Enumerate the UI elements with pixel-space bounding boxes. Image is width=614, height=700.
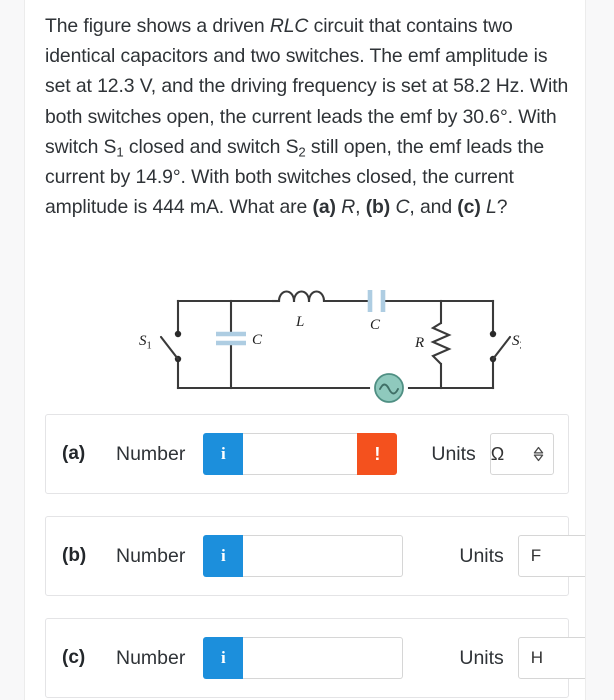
info-icon-button-b[interactable]: i — [203, 535, 244, 577]
left-gutter — [0, 0, 24, 700]
answer-part-label-a: (a) — [62, 443, 86, 464]
units-value-a: Ω — [490, 443, 505, 464]
number-label-b: Number — [116, 544, 186, 567]
units-select-b[interactable]: F — [517, 535, 585, 577]
answer-part-label-b: (b) — [62, 545, 87, 566]
right-gutter — [586, 0, 614, 700]
answer-input-c[interactable] — [243, 637, 404, 679]
units-value-b: F — [530, 546, 542, 565]
circuit-figure: S1 S2 C C L R — [121, 281, 521, 406]
warning-icon-button-a[interactable]: ! — [357, 433, 398, 475]
figure-label-s2: S2 — [512, 333, 521, 352]
figure-label-s1: S1 — [139, 333, 152, 352]
units-value-c: H — [530, 648, 544, 667]
answer-row-b: (b) Number i Units F — [45, 516, 585, 596]
number-label-a: Number — [116, 442, 186, 465]
info-icon-button-c[interactable]: i — [203, 637, 244, 679]
figure-label-r: R — [414, 335, 424, 351]
answer-input-b[interactable] — [243, 535, 404, 577]
units-select-c[interactable]: H — [517, 637, 585, 679]
problem-statement: The figure shows a driven RLC circuit th… — [45, 15, 569, 219]
answer-row-c: (c) Number i Units H — [45, 618, 585, 698]
units-label-b: Units — [459, 544, 504, 567]
number-label-c: Number — [116, 646, 186, 669]
answer-part-label-c: (c) — [62, 647, 86, 668]
info-icon-button-a[interactable]: i — [203, 433, 244, 475]
chevron-updown-icon — [533, 446, 544, 462]
answer-row-a: (a) Number i ! Units Ω — [45, 414, 569, 494]
units-select-a[interactable]: Ω — [489, 433, 554, 475]
units-label-a: Units — [431, 442, 476, 465]
number-input-group-c: i — [203, 637, 404, 679]
figure-label-l: L — [295, 314, 304, 330]
answer-input-a[interactable] — [243, 433, 358, 475]
number-input-group-a: i ! — [203, 433, 398, 475]
question-page: The figure shows a driven RLC circuit th… — [24, 0, 586, 700]
figure-label-c-left: C — [252, 332, 263, 348]
figure-label-c-top: C — [370, 317, 381, 333]
units-label-c: Units — [459, 646, 504, 669]
number-input-group-b: i — [203, 535, 404, 577]
